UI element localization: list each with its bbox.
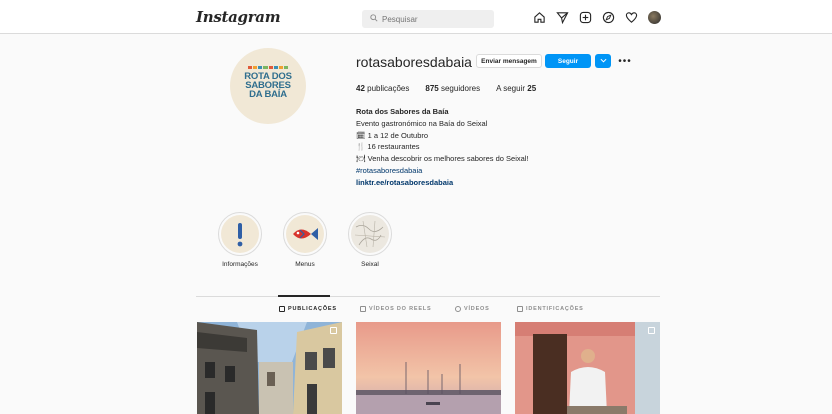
reels-icon: [360, 306, 366, 312]
bio-name: Rota dos Sabores da Baía: [356, 107, 449, 116]
send-message-button[interactable]: Enviar mensagem: [476, 54, 542, 68]
top-navigation-bar: Instagram: [0, 0, 832, 34]
followers-stat[interactable]: 875 seguidores: [425, 84, 480, 93]
tab-tagged[interactable]: IDENTIFICAÇÕES: [517, 306, 584, 312]
follow-button[interactable]: Seguir: [545, 54, 591, 68]
active-tab-indicator: [278, 295, 330, 297]
profile-logo-text: ROTA DOS SABORES DA BAÍA: [244, 71, 292, 100]
carousel-icon: [330, 327, 337, 334]
bio-line: Evento gastronómico na Baía do Seixal: [356, 118, 488, 128]
profile-username: rotasaboresdabaia: [356, 54, 472, 70]
highlight-menus[interactable]: Menus: [275, 212, 335, 268]
tab-videos[interactable]: VÍDEOS: [455, 306, 490, 312]
new-post-icon[interactable]: [579, 11, 592, 24]
highlight-ring: [348, 212, 392, 256]
more-options-button[interactable]: •••: [617, 54, 633, 68]
direct-messages-icon[interactable]: [556, 11, 569, 25]
tagged-icon: [517, 306, 523, 312]
bio-hashtag[interactable]: #rotasaboresdabaia: [356, 165, 529, 177]
fish-icon: [286, 215, 324, 253]
profile-stats: 42 publicações 875 seguidores A seguir 2…: [356, 84, 536, 93]
highlight-label: Menus: [295, 261, 315, 268]
activity-heart-icon[interactable]: [625, 11, 638, 24]
highlight-informacoes[interactable]: Informações: [210, 212, 270, 268]
bio-link[interactable]: linktr.ee/rotasaboresdabaia: [356, 177, 529, 189]
bio-line: 🍽 Venha descobrir os melhores sabores do…: [356, 154, 529, 164]
nav-icons: [533, 11, 661, 25]
posts-stat: 42 publicações: [356, 84, 410, 93]
search-box[interactable]: [362, 10, 494, 28]
suggestions-dropdown-button[interactable]: [595, 54, 611, 68]
exclamation-icon: [221, 215, 259, 253]
profile-bio: Rota dos Sabores da Baía Evento gastronó…: [356, 106, 529, 189]
carousel-icon: [648, 327, 655, 334]
tab-reels[interactable]: VÍDEOS DO REELS: [360, 306, 431, 312]
map-icon: [351, 215, 389, 253]
tabs-divider: [196, 296, 660, 297]
highlight-ring: [283, 212, 327, 256]
tab-posts[interactable]: PUBLICAÇÕES: [279, 306, 337, 312]
highlight-ring: [218, 212, 262, 256]
highlight-label: Informações: [222, 261, 258, 268]
bio-line: 🍴 16 restaurantes: [356, 142, 420, 152]
post-thumbnail-chef[interactable]: [515, 322, 660, 414]
post-thumbnail-sunset[interactable]: [356, 322, 501, 414]
bio-line: 🗓 1 a 12 de Outubro: [356, 130, 429, 140]
home-icon[interactable]: [533, 11, 546, 24]
video-icon: [455, 306, 461, 312]
instagram-logo[interactable]: Instagram: [196, 8, 281, 26]
sunset-photo: [356, 322, 501, 414]
chef-photo: [515, 322, 660, 414]
post-thumbnail-street[interactable]: [197, 322, 342, 414]
logo-color-dots: [248, 66, 288, 70]
street-photo: [197, 322, 342, 414]
profile-picture[interactable]: ROTA DOS SABORES DA BAÍA: [230, 48, 306, 124]
highlight-seixal[interactable]: Seixal: [340, 212, 400, 268]
explore-icon[interactable]: [602, 11, 615, 24]
user-avatar[interactable]: [648, 11, 661, 24]
highlight-label: Seixal: [361, 261, 379, 268]
search-icon: [370, 14, 378, 24]
following-stat[interactable]: A seguir 25: [496, 84, 536, 93]
search-input[interactable]: [382, 14, 482, 24]
grid-icon: [279, 306, 285, 312]
chevron-down-icon: [600, 58, 607, 65]
